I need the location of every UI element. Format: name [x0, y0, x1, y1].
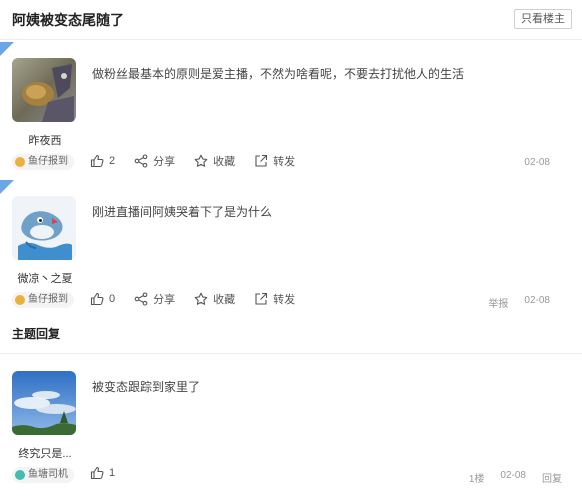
forward-button[interactable]: 转发: [254, 153, 295, 169]
forward-label: 转发: [273, 294, 296, 306]
collect-label: 收藏: [213, 294, 236, 306]
thread-header: 阿姨被变态尾随了 只看楼主: [0, 0, 582, 40]
reply-button[interactable]: 回复: [542, 470, 562, 485]
badge-icon: [15, 295, 25, 305]
like-count: 1: [109, 467, 116, 479]
floor-number: 1楼: [468, 474, 485, 485]
post-meta: 举报 02-08: [488, 295, 550, 310]
collect-button[interactable]: 收藏: [194, 291, 235, 307]
avatar[interactable]: [12, 196, 76, 260]
username[interactable]: 昨夜西: [6, 132, 84, 148]
badge-label: 鱼塘司机: [28, 469, 68, 480]
star-icon: [194, 292, 208, 305]
username[interactable]: 终究只是...: [6, 445, 84, 461]
share-icon: [134, 292, 148, 306]
share-label: 分享: [153, 294, 176, 306]
floor-corner-tag: [0, 42, 14, 56]
report-button[interactable]: 举报: [488, 295, 508, 310]
post-actions: 2 分享 收藏 转发: [90, 153, 314, 169]
like-count: 2: [109, 155, 116, 167]
user-badge: 鱼仔报到: [12, 154, 74, 170]
like-count: 0: [109, 293, 116, 305]
post-content: 做粉丝最基本的原则是爱主播，不然为啥看呢，不要去打扰他人的生活: [92, 67, 465, 81]
collect-button[interactable]: 收藏: [194, 153, 235, 169]
floor-corner-tag: [0, 180, 14, 194]
user-badge: 鱼塘司机: [12, 467, 74, 483]
divider: [0, 353, 582, 354]
user-badge: 鱼仔报到: [12, 292, 74, 308]
section-title: 主题回复: [12, 327, 61, 341]
post-2: 微凉丶之夏 刚进直播间阿姨哭着下了是为什么 鱼仔报到 0 分享 收藏 转发 举报…: [0, 180, 582, 320]
share-label: 分享: [153, 156, 176, 168]
like-button[interactable]: 1: [90, 466, 115, 480]
thumbs-up-icon: [90, 466, 104, 480]
forward-icon: [255, 292, 268, 305]
reply-1: 终究只是... 被变态跟踪到家里了 鱼塘司机 1 1楼 02-08 回复: [0, 356, 582, 496]
thumbs-up-icon: [90, 292, 104, 306]
post-meta: 02-08: [524, 157, 550, 168]
avatar[interactable]: [12, 58, 76, 122]
reply-content: 被变态跟踪到家里了: [92, 380, 201, 394]
only-host-button[interactable]: 只看楼主: [514, 9, 572, 29]
share-button[interactable]: 分享: [134, 153, 175, 169]
post-date: 02-08: [524, 157, 550, 168]
collect-label: 收藏: [213, 156, 236, 168]
forward-button[interactable]: 转发: [254, 291, 295, 307]
star-icon: [194, 154, 208, 167]
share-icon: [134, 154, 148, 168]
post-actions: 0 分享 收藏 转发: [90, 291, 314, 307]
thumbs-up-icon: [90, 154, 104, 168]
forward-label: 转发: [273, 156, 296, 168]
avatar[interactable]: [12, 371, 76, 435]
thread-title: 阿姨被变态尾随了: [12, 12, 124, 28]
reply-meta: 1楼 02-08 回复: [469, 470, 562, 485]
post-date: 02-08: [524, 295, 550, 306]
post-1: 昨夜西 做粉丝最基本的原则是爱主播，不然为啥看呢，不要去打扰他人的生活 鱼仔报到…: [0, 42, 582, 180]
post-content: 刚进直播间阿姨哭着下了是为什么: [92, 205, 273, 219]
reply-actions: 1: [90, 466, 134, 480]
like-button[interactable]: 0: [90, 292, 115, 306]
like-button[interactable]: 2: [90, 154, 115, 168]
badge-icon: [15, 470, 25, 480]
username[interactable]: 微凉丶之夏: [6, 270, 84, 286]
badge-label: 鱼仔报到: [28, 156, 68, 167]
badge-label: 鱼仔报到: [28, 294, 68, 305]
badge-icon: [15, 157, 25, 167]
reply-date: 02-08: [500, 470, 526, 481]
share-button[interactable]: 分享: [134, 291, 175, 307]
forward-icon: [255, 154, 268, 167]
